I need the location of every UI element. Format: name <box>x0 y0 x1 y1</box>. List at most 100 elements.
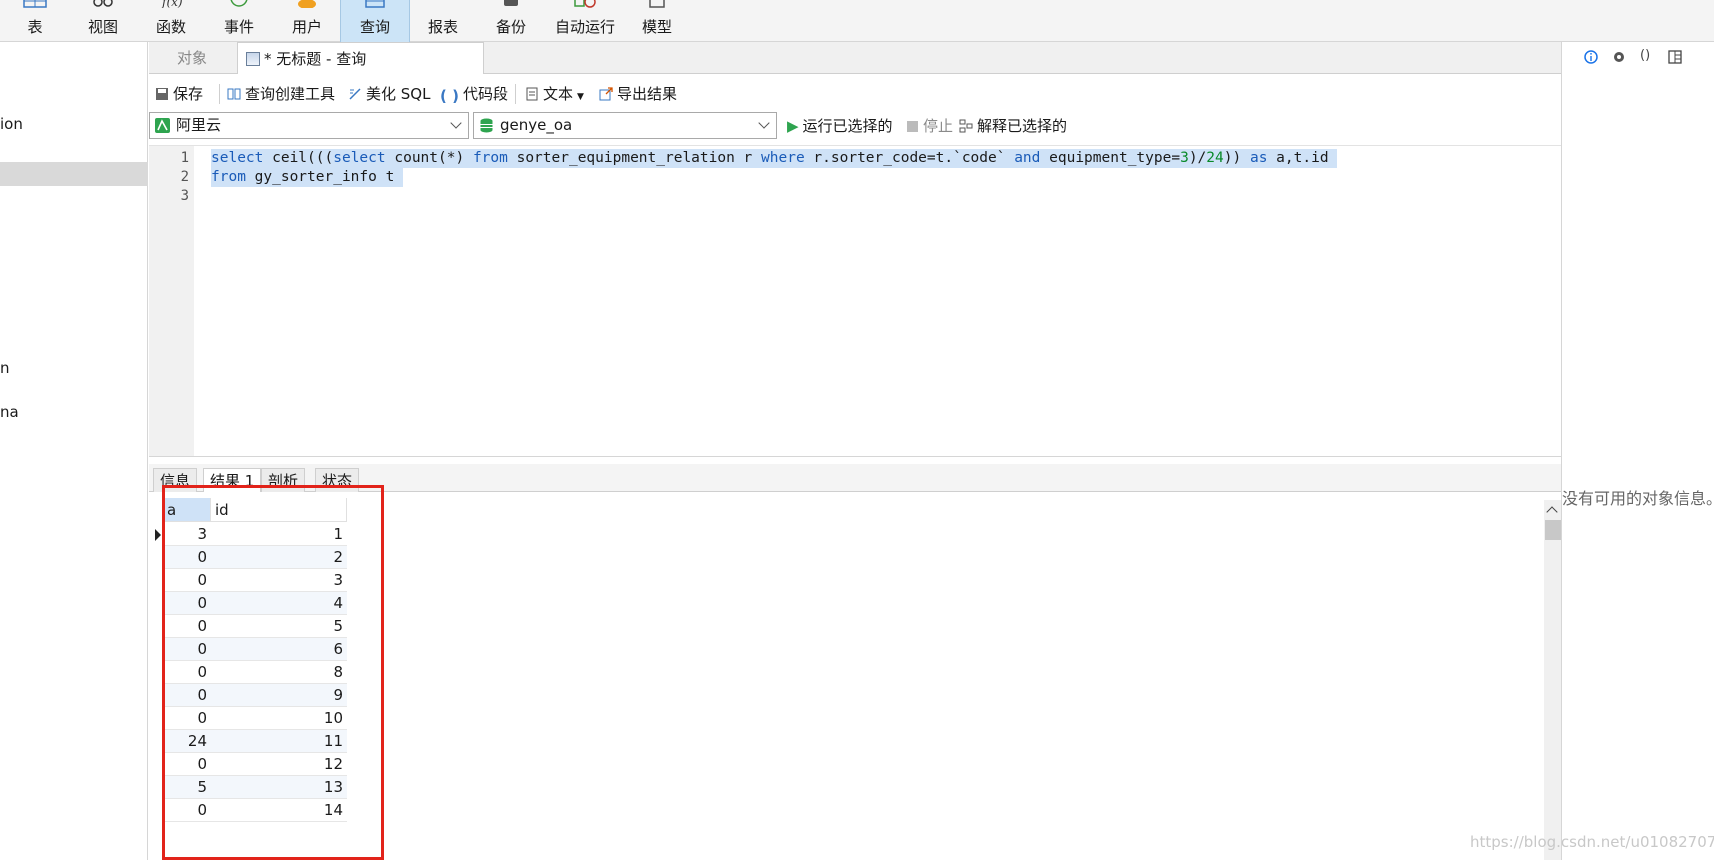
tab-objects[interactable]: 对象 <box>149 42 235 74</box>
text-mode-button[interactable]: 文本 ▼ <box>525 83 584 105</box>
sql-keyword: where <box>761 150 805 166</box>
svg-text:f(x): f(x) <box>161 0 183 8</box>
line-number: 1 <box>180 150 189 166</box>
toolbar-backup-button[interactable]: 备份 <box>476 0 546 42</box>
toolbar-backup-label: 备份 <box>495 18 526 36</box>
sidebar-item[interactable]: na <box>0 403 19 421</box>
model-icon <box>649 0 665 8</box>
sql-text: equipment_type= <box>1040 150 1181 166</box>
beautify-sql-button[interactable]: 美化 SQL <box>348 83 430 105</box>
export-icon <box>599 87 613 101</box>
toolbar-function-button[interactable]: f(x) 函数 <box>136 0 206 42</box>
object-info-panel: () 没有可用的对象信息。 <box>1561 42 1714 860</box>
line-number: 3 <box>180 188 189 204</box>
parentheses-icon[interactable]: () <box>1640 48 1654 63</box>
info-icon[interactable] <box>1584 50 1598 64</box>
toolbar-user-label: 用户 <box>291 18 322 36</box>
current-row-indicator-icon <box>155 529 161 541</box>
sql-number: 24 <box>1206 150 1224 166</box>
save-icon <box>156 88 168 100</box>
sql-text: a,t.id <box>1267 150 1338 166</box>
run-selected-button[interactable]: ▶ 运行已选择的 <box>787 115 893 137</box>
stop-button[interactable]: 停止 <box>907 115 953 137</box>
user-icon <box>298 0 316 8</box>
eye-icon[interactable] <box>1612 50 1626 64</box>
main-toolbar: 表 视图 f(x) 函数 事件 用户 查询 报表 备份 自动运行 模型 <box>0 0 1714 42</box>
toolbar-function-label: 函数 <box>155 18 186 36</box>
beautify-sql-label: 美化 SQL <box>366 85 431 103</box>
text-mode-label: 文本 <box>543 85 574 103</box>
red-highlight-annotation <box>162 485 384 860</box>
code-snippet-label: 代码段 <box>462 85 508 103</box>
toolbar-query-button[interactable]: 查询 <box>340 0 410 42</box>
report-icon <box>431 0 455 8</box>
sql-keyword: from <box>472 150 508 166</box>
toolbar-report-label: 报表 <box>427 18 458 36</box>
sql-text: sorter_equipment_relation r <box>507 150 762 166</box>
query-tab-icon <box>246 52 260 66</box>
sql-editor[interactable]: 1 2 3 select ceil(((select count(*) from… <box>149 145 1561 457</box>
sql-text: ceil((( <box>263 150 334 166</box>
chevron-up-icon[interactable] <box>1546 506 1558 518</box>
sql-keyword: as <box>1249 150 1268 166</box>
sidebar-item[interactable]: n <box>0 359 10 377</box>
sql-line-1: select ceil(((select count(*) from sorte… <box>211 149 1338 168</box>
sql-text: r.sorter_code=t.`code` <box>804 150 1015 166</box>
watermark: https://blog.csdn.net/u010827070 <box>1470 833 1714 851</box>
export-results-button[interactable]: 导出结果 <box>599 83 677 105</box>
document-tab-bar: 对象 * 无标题 - 查询 <box>149 42 1561 74</box>
object-sidebar: ion n na <box>0 42 148 860</box>
dropdown-arrow-icon: ▼ <box>577 92 584 102</box>
explain-selected-button[interactable]: 解释已选择的 <box>959 115 1067 137</box>
view-icon <box>93 0 113 7</box>
connection-select[interactable]: 阿里云 <box>149 112 469 139</box>
toolbar-divider <box>219 84 220 104</box>
sql-keyword: select <box>333 150 386 166</box>
sql-line-2: from gy_sorter_info t <box>211 168 404 187</box>
tab-query-label: * 无标题 - 查询 <box>264 50 367 68</box>
toolbar-user-button[interactable]: 用户 <box>272 0 342 42</box>
sql-text: gy_sorter_info t <box>245 169 404 185</box>
query-builder-label: 查询创建工具 <box>245 85 336 103</box>
event-icon <box>230 0 248 7</box>
chevron-down-icon <box>450 117 462 129</box>
play-icon: ▶ <box>787 117 799 135</box>
document-icon <box>526 87 538 101</box>
connection-selector-row: 阿里云 genye_oa ▶ 运行已选择的 停止 解释已选择的 <box>149 110 1561 140</box>
query-builder-button[interactable]: 查询创建工具 <box>227 83 335 105</box>
toolbar-report-button[interactable]: 报表 <box>408 0 478 42</box>
toolbar-event-button[interactable]: 事件 <box>204 0 274 42</box>
save-button[interactable]: 保存 <box>155 83 203 105</box>
sidebar-selected-item[interactable] <box>0 162 148 186</box>
parentheses-icon: ( ) <box>440 87 459 105</box>
toolbar-table-label: 表 <box>27 18 43 36</box>
sidebar-item[interactable]: ion <box>0 115 23 133</box>
function-icon: f(x) <box>161 0 183 8</box>
tab-untitled-query[interactable]: * 无标题 - 查询 <box>237 42 484 74</box>
toolbar-query-label: 查询 <box>359 18 390 36</box>
query-builder-icon <box>227 88 241 100</box>
toolbar-model-label: 模型 <box>641 18 672 36</box>
stop-label: 停止 <box>923 117 954 135</box>
result-scrollbar[interactable] <box>1544 500 1562 860</box>
layout-icon[interactable] <box>1668 50 1682 64</box>
database-select[interactable]: genye_oa <box>473 112 777 139</box>
sql-keyword: select <box>211 150 264 166</box>
sql-number: 3 <box>1180 150 1189 166</box>
scrollbar-thumb[interactable] <box>1545 520 1561 540</box>
connection-icon <box>155 118 170 133</box>
sql-text: count(*) <box>385 150 473 166</box>
toolbar-table-button[interactable]: 表 <box>0 0 70 42</box>
backup-icon <box>504 0 518 6</box>
toolbar-model-button[interactable]: 模型 <box>622 0 692 42</box>
toolbar-event-label: 事件 <box>223 18 254 36</box>
export-results-label: 导出结果 <box>617 85 678 103</box>
code-snippet-button[interactable]: ( ) 代码段 <box>440 83 508 105</box>
toolbar-automation-button[interactable]: 自动运行 <box>544 0 626 42</box>
table-icon <box>23 0 47 8</box>
beautify-icon <box>349 88 361 100</box>
toolbar-view-button[interactable]: 视图 <box>68 0 138 42</box>
save-label: 保存 <box>173 85 204 103</box>
explain-selected-label: 解释已选择的 <box>977 117 1068 135</box>
run-selected-label: 运行已选择的 <box>802 117 893 135</box>
